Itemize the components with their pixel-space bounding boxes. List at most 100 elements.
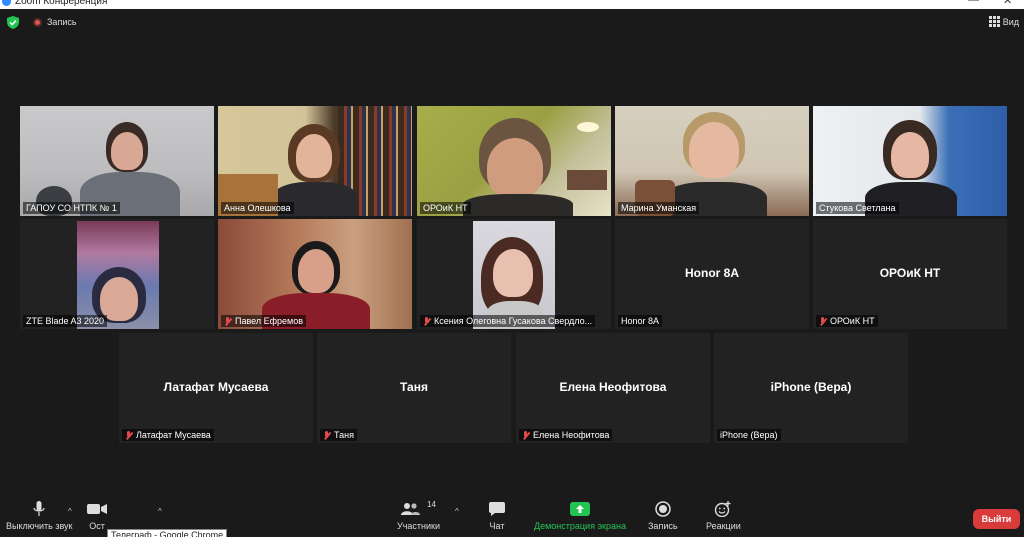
video-tile[interactable]: iPhone (Вера) iPhone (Вера) (714, 333, 908, 443)
record-icon (655, 500, 671, 518)
participant-name: Honor 8A (621, 316, 660, 326)
video-tile[interactable]: ZTE Blade A3 2020 (20, 219, 214, 329)
grid-view-icon (988, 16, 1000, 27)
taskbar-tooltip: Телеграф - Google Chrome (107, 529, 228, 537)
window-title: Zoom Конференция (15, 0, 108, 7)
view-button[interactable]: Вид (988, 16, 1019, 27)
participant-name: Ксения Олеговна Гусакова Свердло... (434, 316, 593, 326)
video-feed (417, 106, 611, 216)
participant-name: Таня (334, 430, 354, 440)
participant-name: ОРОиК НТ (423, 203, 468, 213)
participant-name: Елена Неофитова (533, 430, 610, 440)
mic-muted-icon (819, 316, 827, 326)
recording-label[interactable]: Запись (47, 17, 77, 27)
video-feed (417, 219, 611, 329)
video-tile[interactable]: Honor 8A Honor 8A (615, 219, 809, 329)
video-feed (813, 106, 1007, 216)
video-feed (218, 219, 412, 329)
participant-name: ZTE Blade A3 2020 (26, 316, 105, 326)
audio-options-chevron-icon[interactable]: ^ (68, 507, 72, 516)
participant-name-label: ГАПОУ СО НТПК № 1 (23, 202, 120, 214)
participant-name-label: ОРОиК НТ (816, 315, 878, 327)
mic-muted-icon (522, 430, 530, 440)
chat-button[interactable]: Чат (489, 500, 505, 531)
minimize-icon[interactable]: — (968, 0, 979, 6)
record-label: Запись (648, 521, 678, 531)
window-titlebar: Zoom Конференция — ✕ (0, 0, 1024, 9)
mic-muted-icon (323, 430, 331, 440)
meeting-topbar: Запись Вид (0, 9, 1024, 37)
participant-name-label: ZTE Blade A3 2020 (23, 315, 108, 327)
video-feed (615, 106, 809, 216)
video-options-chevron-icon[interactable]: ^ (158, 507, 162, 516)
participant-name: Марина Уманская (621, 203, 697, 213)
participant-name: Латафат Мусаева (136, 430, 211, 440)
participants-button[interactable]: 14 Участники (397, 500, 440, 531)
participant-name-label: Стукова Светлана (816, 202, 899, 214)
participant-name-label: Марина Уманская (618, 202, 700, 214)
participant-name: Стукова Светлана (819, 203, 896, 213)
video-tile[interactable]: Стукова Светлана (813, 106, 1007, 216)
video-tile[interactable]: Латафат Мусаева Латафат Мусаева (119, 333, 313, 443)
participant-name-label: Анна Олешкова (221, 202, 294, 214)
mute-button[interactable]: Выключить звук (6, 500, 73, 531)
video-tile[interactable]: Анна Олешкова (218, 106, 412, 216)
video-tile[interactable]: Елена Неофитова Елена Неофитова (516, 333, 710, 443)
reactions-label: Реакции (706, 521, 741, 531)
mic-muted-icon (224, 316, 232, 326)
view-label: Вид (1002, 16, 1019, 27)
participant-name-label: ОРОиК НТ (420, 202, 471, 214)
microphone-icon (33, 500, 45, 518)
participants-count: 14 (427, 500, 436, 509)
participants-options-chevron-icon[interactable]: ^ (455, 507, 459, 516)
participants-icon: 14 (401, 500, 436, 518)
video-tile[interactable]: Павел Ефремов (218, 219, 412, 329)
participant-name: ГАПОУ СО НТПК № 1 (26, 203, 117, 213)
video-feed (20, 106, 214, 216)
chat-label: Чат (489, 521, 505, 531)
emoji-icon (714, 500, 732, 518)
video-label: Ост (89, 521, 105, 531)
recording-icon (33, 18, 42, 27)
leave-meeting-button[interactable]: Выйти (973, 509, 1020, 529)
participant-display-name: Таня (400, 380, 428, 394)
participant-display-name: ОРОиК НТ (879, 266, 941, 280)
share-screen-button[interactable]: Демонстрация экрана (534, 500, 626, 531)
participant-name-label: Таня (320, 429, 357, 441)
participant-name: Анна Олешкова (224, 203, 291, 213)
share-screen-icon (569, 500, 590, 518)
chat-icon (489, 500, 505, 518)
video-tile[interactable]: Таня Таня (317, 333, 511, 443)
participant-name-label: Ксения Олеговна Гусакова Свердло... (420, 315, 596, 327)
video-tile[interactable]: ГАПОУ СО НТПК № 1 (20, 106, 214, 216)
participant-name-label: Латафат Мусаева (122, 429, 214, 441)
video-tile[interactable]: ОРОиК НТ (417, 106, 611, 216)
video-tile[interactable]: ОРОиК НТ ОРОиК НТ (813, 219, 1007, 329)
participant-name: Павел Ефремов (235, 316, 304, 326)
participant-name-label: Елена Неофитова (519, 429, 613, 441)
reactions-button[interactable]: Реакции (706, 500, 741, 531)
video-tile[interactable]: Марина Уманская (615, 106, 809, 216)
video-button[interactable]: Ост (87, 500, 107, 531)
participant-display-name: Елена Неофитова (559, 380, 667, 394)
participant-name-label: iPhone (Вера) (717, 429, 781, 441)
mic-muted-icon (125, 430, 133, 440)
video-feed (20, 219, 214, 329)
participant-display-name: Латафат Мусаева (163, 380, 269, 394)
participant-name: iPhone (Вера) (720, 430, 778, 440)
participant-name-label: Honor 8A (618, 315, 663, 327)
video-feed (218, 106, 412, 216)
mic-muted-icon (423, 316, 431, 326)
zoom-app-icon (2, 0, 11, 6)
record-button[interactable]: Запись (648, 500, 678, 531)
close-icon[interactable]: ✕ (1003, 0, 1012, 7)
mute-label: Выключить звук (6, 521, 73, 531)
shield-icon[interactable] (7, 16, 19, 29)
camera-icon (87, 500, 107, 518)
participants-label: Участники (397, 521, 440, 531)
participant-display-name: Honor 8A (685, 266, 739, 280)
video-tile[interactable]: Ксения Олеговна Гусакова Свердло... (417, 219, 611, 329)
participant-display-name: iPhone (Вера) (770, 380, 852, 394)
share-screen-label: Демонстрация экрана (534, 521, 626, 531)
participant-name-label: Павел Ефремов (221, 315, 307, 327)
